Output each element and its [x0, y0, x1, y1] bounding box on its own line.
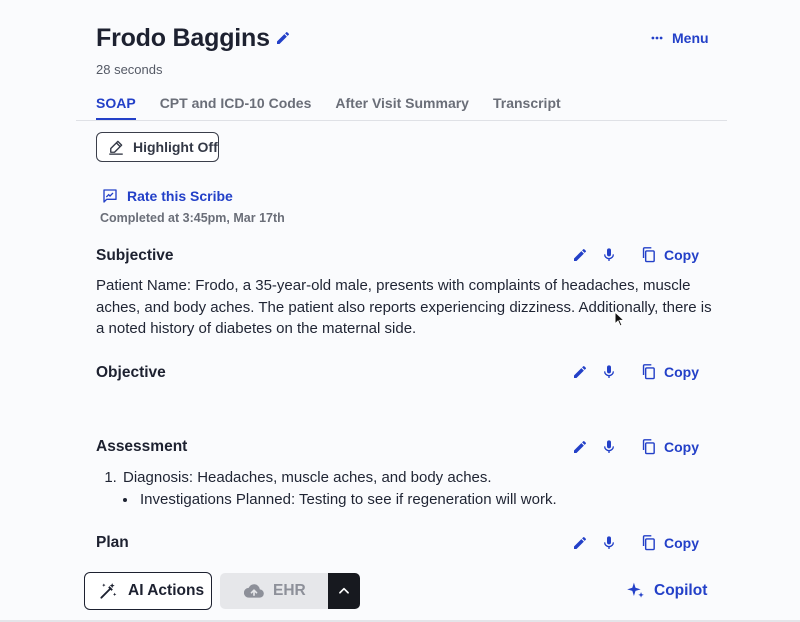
copy-plan-button[interactable]: Copy	[640, 534, 699, 551]
assessment-sublist: Investigations Planned: Testing to see i…	[123, 489, 716, 511]
dictate-plan-microphone-icon[interactable]	[601, 535, 621, 551]
magic-wand-icon	[98, 581, 118, 601]
assessment-actions: Copy	[572, 438, 699, 455]
highlighter-icon	[107, 138, 125, 156]
copy-label: Copy	[664, 363, 699, 380]
tab-cpt-icd10-codes[interactable]: CPT and ICD-10 Codes	[160, 95, 312, 120]
plan-actions: Copy	[572, 534, 699, 551]
copy-icon	[640, 438, 657, 455]
section-title-plan: Plan	[96, 534, 129, 551]
tab-after-visit-summary[interactable]: After Visit Summary	[335, 95, 469, 120]
tabs-divider	[76, 120, 727, 121]
dictate-subjective-microphone-icon[interactable]	[601, 247, 621, 263]
highlight-label: Highlight Off	[133, 139, 218, 155]
rate-scribe-link[interactable]: Rate this Scribe	[102, 188, 233, 204]
copy-subjective-button[interactable]: Copy	[640, 246, 699, 263]
copilot-button[interactable]: Copilot	[626, 581, 707, 600]
cloud-upload-icon	[244, 583, 264, 599]
subjective-actions: Copy	[572, 246, 699, 263]
section-title-objective: Objective	[96, 364, 166, 381]
copy-label: Copy	[664, 246, 699, 263]
assessment-item-text: Diagnosis: Headaches, muscle aches, and …	[123, 469, 492, 486]
edit-assessment-pencil-icon[interactable]	[572, 439, 592, 455]
copy-objective-button[interactable]: Copy	[640, 363, 699, 380]
edit-objective-pencil-icon[interactable]	[572, 364, 592, 380]
more-horizontal-icon	[650, 31, 664, 45]
note-tabs: SOAP CPT and ICD-10 Codes After Visit Su…	[96, 95, 561, 120]
rate-scribe-label: Rate this Scribe	[127, 188, 233, 204]
section-title-subjective: Subjective	[96, 247, 174, 264]
highlight-toggle-button[interactable]: Highlight Off	[96, 132, 219, 162]
patient-name-title: Frodo Baggins	[96, 24, 270, 52]
feedback-icon	[102, 188, 118, 204]
copy-label: Copy	[664, 438, 699, 455]
chevron-up-icon	[337, 584, 351, 598]
ehr-label: EHR	[273, 582, 306, 599]
copy-icon	[640, 363, 657, 380]
edit-subjective-pencil-icon[interactable]	[572, 247, 592, 263]
copilot-label: Copilot	[654, 581, 708, 599]
completed-timestamp: Completed at 3:45pm, Mar 17th	[100, 211, 285, 225]
dictate-assessment-microphone-icon[interactable]	[601, 439, 621, 455]
assessment-subitem: Investigations Planned: Testing to see i…	[138, 489, 716, 511]
ai-actions-button[interactable]: AI Actions	[84, 572, 212, 610]
mouse-pointer-icon	[614, 311, 625, 327]
assessment-list: Diagnosis: Headaches, muscle aches, and …	[96, 467, 716, 510]
tab-soap[interactable]: SOAP	[96, 95, 136, 120]
copy-assessment-button[interactable]: Copy	[640, 438, 699, 455]
tab-transcript[interactable]: Transcript	[493, 95, 561, 120]
ehr-push-button[interactable]: EHR	[220, 573, 328, 609]
ehr-options-toggle[interactable]	[328, 573, 360, 609]
ai-actions-label: AI Actions	[128, 582, 205, 599]
recording-duration: 28 seconds	[96, 62, 163, 77]
assessment-item: Diagnosis: Headaches, muscle aches, and …	[121, 467, 716, 510]
copy-icon	[640, 246, 657, 263]
copy-label: Copy	[664, 534, 699, 551]
menu-button[interactable]: Menu	[650, 30, 709, 46]
section-title-assessment: Assessment	[96, 438, 188, 455]
sparkle-icon	[626, 581, 645, 600]
copy-icon	[640, 534, 657, 551]
objective-actions: Copy	[572, 363, 699, 380]
edit-name-pencil-icon[interactable]	[275, 30, 291, 46]
edit-plan-pencil-icon[interactable]	[572, 535, 592, 551]
dictate-objective-microphone-icon[interactable]	[601, 364, 621, 380]
subjective-text: Patient Name: Frodo, a 35-year-old male,…	[96, 277, 712, 337]
menu-label: Menu	[672, 30, 709, 46]
